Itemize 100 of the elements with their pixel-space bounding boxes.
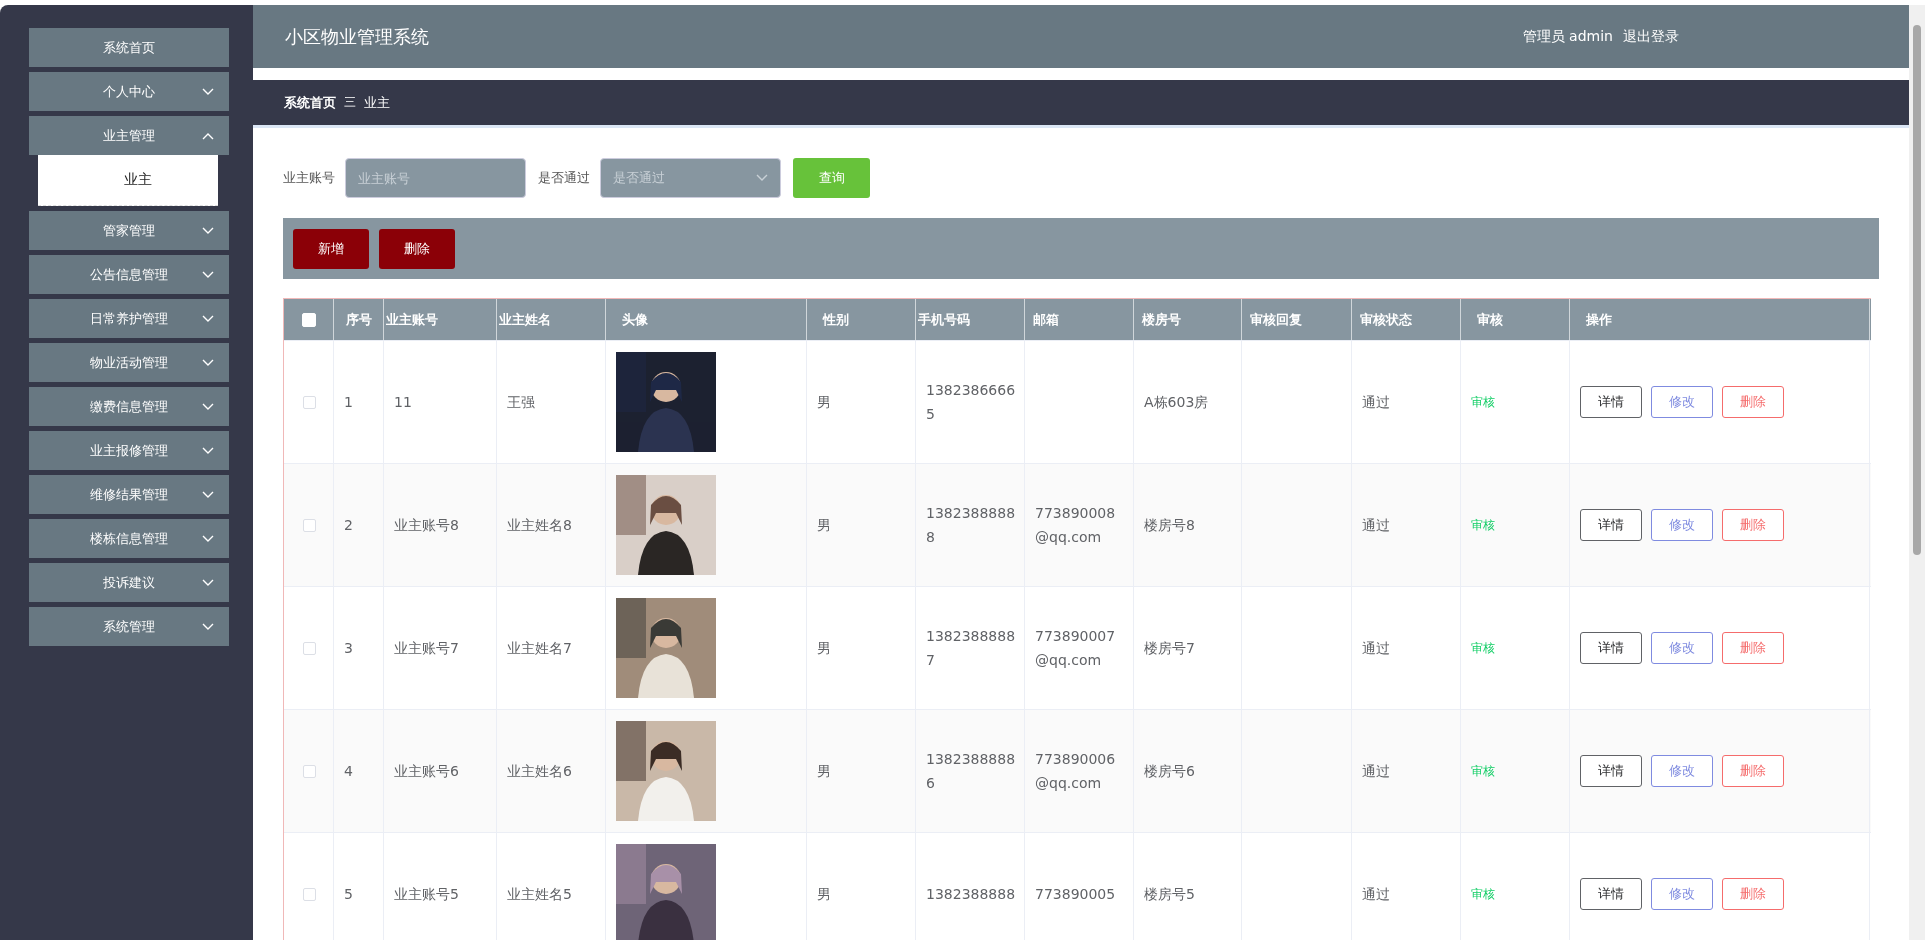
table-cell-text: 男 <box>817 516 831 535</box>
table-cell-text: 773890007@qq.com <box>1035 627 1117 670</box>
table-cell-text: 4 <box>344 762 353 781</box>
table-cell-text: A栋603房 <box>1144 393 1209 412</box>
edit-button[interactable]: 修改 <box>1651 878 1713 910</box>
edit-button[interactable]: 修改 <box>1651 386 1713 418</box>
sidebar-item[interactable]: 物业活动管理 <box>29 343 229 382</box>
column-header: 业主账号 <box>386 310 438 329</box>
column-header: 审核回复 <box>1250 310 1302 329</box>
table-cell-text: 业主姓名8 <box>507 516 572 535</box>
table-cell-text: 业主账号6 <box>394 762 459 781</box>
sidebar-item[interactable]: 投诉建议 <box>29 563 229 602</box>
table-cell-text: 通过 <box>1362 516 1390 535</box>
sidebar-item[interactable]: 业主管理 <box>29 116 229 155</box>
table-cell-text: 王强 <box>507 393 535 412</box>
table-cell-text: 通过 <box>1362 393 1390 412</box>
column-header: 头像 <box>622 310 648 329</box>
sidebar-item[interactable]: 管家管理 <box>29 211 229 250</box>
table-cell-text: 13823888887 <box>926 627 1016 670</box>
edit-button[interactable]: 修改 <box>1651 509 1713 541</box>
sidebar-item[interactable]: 个人中心 <box>29 72 229 111</box>
delete-button[interactable]: 删除 <box>1722 386 1784 418</box>
field-label: 是否通过 <box>538 169 590 187</box>
table-cell-text: 楼房号8 <box>1144 516 1195 535</box>
table-cell-text: 楼房号5 <box>1144 885 1195 904</box>
column-header: 操作 <box>1586 310 1612 329</box>
table-cell-text: 男 <box>817 393 831 412</box>
sidebar-item[interactable]: 楼栋信息管理 <box>29 519 229 558</box>
table-cell-text: 13823866665 <box>926 381 1016 424</box>
table-cell-text: 通过 <box>1362 885 1390 904</box>
column-header: 审核 <box>1477 310 1503 329</box>
column-header: 邮箱 <box>1033 310 1059 329</box>
table-cell-text: 1 <box>344 393 353 412</box>
row-checkbox[interactable] <box>303 518 316 532</box>
table-cell-text: 业主姓名5 <box>507 885 572 904</box>
scrollbar-thumb[interactable] <box>1913 25 1921 555</box>
row-checkbox[interactable] <box>303 887 316 901</box>
detail-button[interactable]: 详情 <box>1580 632 1642 664</box>
table-cell-text: 5 <box>344 885 353 904</box>
sidebar-item[interactable]: 系统管理 <box>29 607 229 646</box>
breadcrumb-item[interactable]: 系统首页 <box>284 93 336 112</box>
sidebar-item[interactable]: 缴费信息管理 <box>29 387 229 426</box>
row-checkbox[interactable] <box>303 395 316 409</box>
table-cell-text: 通过 <box>1362 762 1390 781</box>
table-cell-text: 业主姓名7 <box>507 639 572 658</box>
scrollbar[interactable] <box>1909 5 1925 940</box>
table-cell-text: 2 <box>344 516 353 535</box>
add-button[interactable]: 新增 <box>293 228 369 269</box>
table-cell-text: 楼房号7 <box>1144 639 1195 658</box>
table-cell-text: 3 <box>344 639 353 658</box>
column-header: 手机号码 <box>918 310 970 329</box>
table-cell-text: 男 <box>817 762 831 781</box>
column-header: 楼房号 <box>1142 310 1181 329</box>
table-cell-text: 11 <box>394 393 412 412</box>
table-cell-text: 13823888886 <box>926 750 1016 793</box>
edit-button[interactable]: 修改 <box>1651 755 1713 787</box>
table-cell-text: 13823888888 <box>926 504 1016 547</box>
app-title: 小区物业管理系统 <box>285 24 429 49</box>
table-cell-text: 773890008@qq.com <box>1035 504 1117 547</box>
delete-button[interactable]: 删除 <box>379 228 455 269</box>
field-label: 业主账号 <box>283 169 335 187</box>
row-checkbox[interactable] <box>303 764 316 778</box>
sidebar-item[interactable]: 日常养护管理 <box>29 299 229 338</box>
edit-button[interactable]: 修改 <box>1651 632 1713 664</box>
logout-link[interactable]: 退出登录 <box>1623 27 1679 46</box>
user-label: 管理员 admin <box>1522 27 1613 46</box>
table-cell-text: 业主账号7 <box>394 639 459 658</box>
delete-button[interactable]: 删除 <box>1722 755 1784 787</box>
select-all-checkbox[interactable] <box>301 312 316 327</box>
sidebar-item[interactable]: 维修结果管理 <box>29 475 229 514</box>
sidebar-item[interactable]: 系统首页 <box>29 28 229 67</box>
column-header: 业主姓名 <box>499 310 551 329</box>
detail-button[interactable]: 详情 <box>1580 386 1642 418</box>
table-cell-text: 男 <box>817 885 831 904</box>
delete-button[interactable]: 删除 <box>1722 509 1784 541</box>
chevron-icon <box>756 174 768 182</box>
delete-button[interactable]: 删除 <box>1722 632 1784 664</box>
table-cell-text: 业主账号5 <box>394 885 459 904</box>
submenu-item[interactable]: 业主 <box>104 171 152 189</box>
table-cell-text: 773890005 <box>1035 885 1116 904</box>
table-cell-text: 通过 <box>1362 639 1390 658</box>
table-cell-text: 业主账号8 <box>394 516 459 535</box>
table-cell-text: 男 <box>817 639 831 658</box>
input-field[interactable]: 业主账号 <box>345 158 526 198</box>
column-header: 性别 <box>823 310 849 329</box>
sidebar-item[interactable]: 业主报修管理 <box>29 431 229 470</box>
detail-button[interactable]: 详情 <box>1580 509 1642 541</box>
detail-button[interactable]: 详情 <box>1580 878 1642 910</box>
column-header: 序号 <box>346 310 372 329</box>
table-cell-text: 773890006@qq.com <box>1035 750 1117 793</box>
table-cell-text: 1382388888 <box>926 885 1016 904</box>
breadcrumb-separator: 三 <box>344 94 356 111</box>
table-cell-text: 业主姓名6 <box>507 762 572 781</box>
sidebar-item[interactable]: 公告信息管理 <box>29 255 229 294</box>
table-cell-text: 楼房号6 <box>1144 762 1195 781</box>
row-checkbox[interactable] <box>303 641 316 655</box>
column-header: 审核状态 <box>1360 310 1412 329</box>
delete-button[interactable]: 删除 <box>1722 878 1784 910</box>
detail-button[interactable]: 详情 <box>1580 755 1642 787</box>
breadcrumb-item[interactable]: 业主 <box>364 93 390 112</box>
